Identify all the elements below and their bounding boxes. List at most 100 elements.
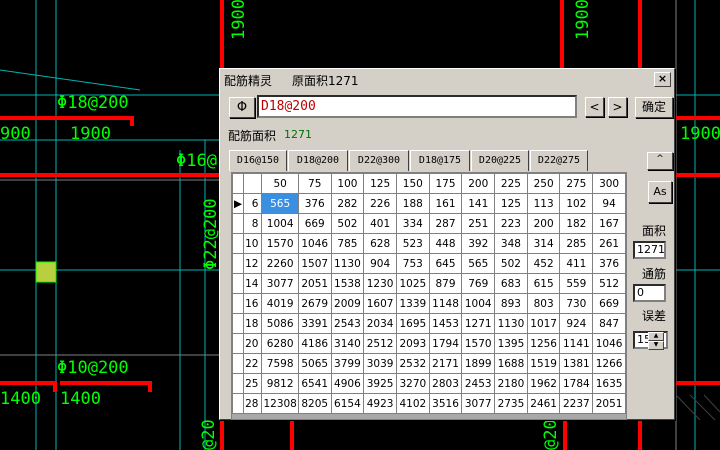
area-cell[interactable]: 4102 xyxy=(395,393,430,414)
area-cell[interactable]: 1017 xyxy=(526,313,561,334)
tab-preset[interactable]: D16@150 xyxy=(229,150,287,171)
area-cell[interactable]: 1695 xyxy=(395,313,430,334)
tab-preset[interactable]: D18@175 xyxy=(410,150,470,171)
area-cell[interactable]: 769 xyxy=(461,273,496,294)
area-cell[interactable]: 3925 xyxy=(363,373,397,394)
area-cell[interactable]: 334 xyxy=(395,213,430,234)
close-button[interactable]: × xyxy=(654,72,671,87)
area-cell[interactable]: 8205 xyxy=(297,393,332,414)
through-bar-input[interactable]: 0 xyxy=(633,284,666,302)
area-cell[interactable]: 1507 xyxy=(297,253,332,274)
area-cell[interactable]: 502 xyxy=(330,213,365,234)
area-cell[interactable]: 223 xyxy=(494,213,528,234)
area-cell[interactable]: 2532 xyxy=(395,353,430,374)
area-cell[interactable]: 924 xyxy=(559,313,594,334)
area-cell[interactable]: 879 xyxy=(428,273,463,294)
area-cell[interactable]: 4019 xyxy=(261,293,299,314)
area-cell[interactable]: 376 xyxy=(297,193,332,214)
area-cell[interactable]: 392 xyxy=(461,233,496,254)
area-cell[interactable]: 2051 xyxy=(592,393,626,414)
area-cell[interactable]: 1130 xyxy=(494,313,528,334)
area-cell[interactable]: 565 xyxy=(261,193,299,214)
area-cell[interactable]: 182 xyxy=(559,213,594,234)
rebar-symbol-button[interactable]: Φ xyxy=(229,97,255,118)
area-cell[interactable]: 125 xyxy=(494,193,528,214)
area-cell[interactable]: 1339 xyxy=(395,293,430,314)
ok-button[interactable]: 确定 xyxy=(635,97,673,118)
area-cell[interactable]: 628 xyxy=(363,233,397,254)
table-row[interactable]: 10 1570 1046 785 628 523 448 392 348 314 285 261 xyxy=(232,233,626,254)
area-cell[interactable]: 113 xyxy=(526,193,561,214)
area-cell[interactable]: 2051 xyxy=(297,273,332,294)
area-cell[interactable]: 411 xyxy=(559,253,594,274)
area-cell[interactable]: 1004 xyxy=(261,213,299,234)
tab-preset[interactable]: D18@200 xyxy=(288,150,348,171)
area-cell[interactable]: 287 xyxy=(428,213,463,234)
area-cell[interactable]: 502 xyxy=(494,253,528,274)
area-cell[interactable]: 1395 xyxy=(494,333,528,354)
tab-preset[interactable]: D20@225 xyxy=(471,150,529,171)
area-cell[interactable]: 3039 xyxy=(363,353,397,374)
area-cell[interactable]: 1635 xyxy=(592,373,626,394)
area-cell[interactable]: 893 xyxy=(494,293,528,314)
area-cell[interactable]: 847 xyxy=(592,313,626,334)
area-cell[interactable]: 2461 xyxy=(526,393,561,414)
table-row[interactable]: 28 12308 8205 6154 4923 4102 3516 3077 2735 2461 2… xyxy=(232,393,626,414)
area-cell[interactable]: 2180 xyxy=(494,373,528,394)
area-cell[interactable]: 2543 xyxy=(330,313,365,334)
area-cell[interactable]: 669 xyxy=(592,293,626,314)
area-cell[interactable]: 1141 xyxy=(559,333,594,354)
area-cell[interactable]: 1784 xyxy=(559,373,594,394)
area-cell[interactable]: 512 xyxy=(592,273,626,294)
prev-button[interactable]: < xyxy=(585,97,604,117)
area-cell[interactable]: 285 xyxy=(559,233,594,254)
table-row[interactable]: 12 2260 1507 1130 904 753 645 565 502 452 411 376 xyxy=(232,253,626,274)
area-cell[interactable]: 167 xyxy=(592,213,626,234)
area-cell[interactable]: 6280 xyxy=(261,333,299,354)
area-cell[interactable]: 1046 xyxy=(297,233,332,254)
area-cell[interactable]: 2260 xyxy=(261,253,299,274)
spin-down-icon[interactable]: ▼ xyxy=(648,341,664,350)
area-cell[interactable]: 4923 xyxy=(363,393,397,414)
area-cell[interactable]: 904 xyxy=(363,253,397,274)
area-cell[interactable]: 2237 xyxy=(559,393,594,414)
area-cell[interactable]: 1962 xyxy=(526,373,561,394)
side-area-input[interactable]: 1271 xyxy=(633,241,666,259)
area-cell[interactable]: 2512 xyxy=(363,333,397,354)
area-cell[interactable]: 1688 xyxy=(494,353,528,374)
area-cell[interactable]: 9812 xyxy=(261,373,299,394)
area-cell[interactable]: 1538 xyxy=(330,273,365,294)
area-cell[interactable]: 141 xyxy=(461,193,496,214)
area-cell[interactable]: 5065 xyxy=(297,353,332,374)
table-row[interactable]: 18 5086 3391 2543 2034 1695 1453 1271 1130 1017 92… xyxy=(232,313,626,334)
area-cell[interactable]: 4186 xyxy=(297,333,332,354)
area-cell[interactable]: 1046 xyxy=(592,333,626,354)
area-cell[interactable]: 5086 xyxy=(261,313,299,334)
area-cell[interactable]: 1004 xyxy=(461,293,496,314)
area-cell[interactable]: 376 xyxy=(592,253,626,274)
tab-preset[interactable]: D22@300 xyxy=(349,150,409,171)
area-cell[interactable]: 3270 xyxy=(395,373,430,394)
area-cell[interactable]: 1381 xyxy=(559,353,594,374)
table-row[interactable]: 20 6280 4186 3140 2512 2093 1794 1570 1395 1256 11… xyxy=(232,333,626,354)
area-cell[interactable]: 200 xyxy=(526,213,561,234)
area-cell[interactable]: 2034 xyxy=(363,313,397,334)
area-cell[interactable]: 226 xyxy=(363,193,397,214)
area-cell[interactable]: 3516 xyxy=(428,393,463,414)
area-cell[interactable]: 7598 xyxy=(261,353,299,374)
area-cell[interactable]: 6154 xyxy=(330,393,365,414)
area-cell[interactable]: 282 xyxy=(330,193,365,214)
table-row[interactable]: 8 1004 669 502 401 334 287 251 223 200 182 167 xyxy=(232,213,626,234)
area-cell[interactable]: 615 xyxy=(526,273,561,294)
area-cell[interactable]: 4906 xyxy=(330,373,365,394)
area-cell[interactable]: 12308 xyxy=(261,393,299,414)
area-cell[interactable]: 2803 xyxy=(428,373,463,394)
area-cell[interactable]: 1256 xyxy=(526,333,561,354)
area-cell[interactable]: 261 xyxy=(592,233,626,254)
area-cell[interactable]: 2093 xyxy=(395,333,430,354)
area-cell[interactable]: 251 xyxy=(461,213,496,234)
area-cell[interactable]: 683 xyxy=(494,273,528,294)
area-cell[interactable]: 3077 xyxy=(261,273,299,294)
area-cell[interactable]: 1266 xyxy=(592,353,626,374)
area-cell[interactable]: 2453 xyxy=(461,373,496,394)
